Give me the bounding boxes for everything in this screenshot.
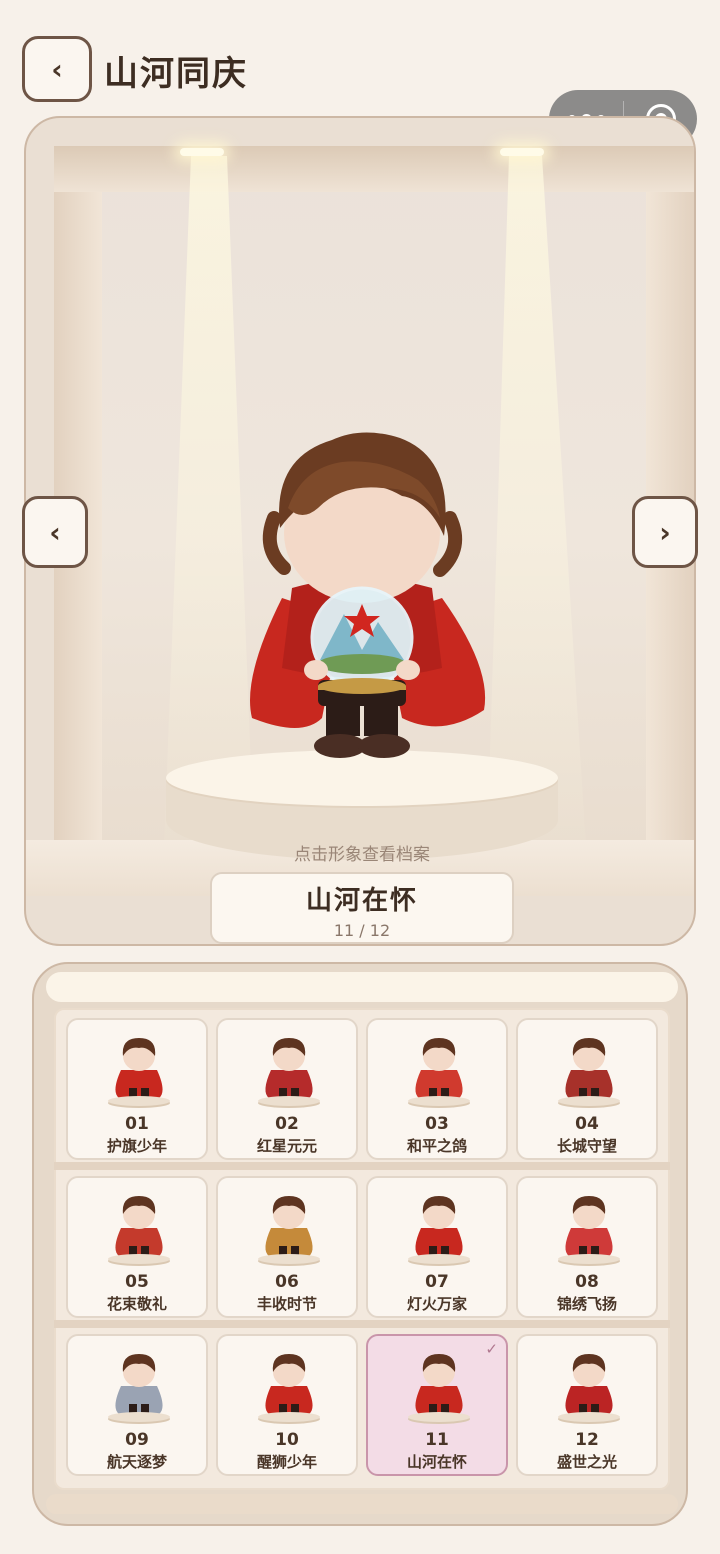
chevron-right-icon: › bbox=[659, 515, 671, 549]
card-label: 醒狮少年 bbox=[256, 1453, 317, 1471]
card-number: 09 bbox=[125, 1430, 149, 1450]
collection-card[interactable]: 03 和平之鸽 bbox=[366, 1018, 508, 1160]
card-number: 01 bbox=[125, 1114, 149, 1134]
chevron-left-icon: ‹ bbox=[51, 52, 63, 86]
card-label: 锦绣飞扬 bbox=[556, 1295, 617, 1313]
card-label: 山河在怀 bbox=[406, 1453, 467, 1471]
back-button[interactable]: ‹ bbox=[22, 36, 92, 102]
card-number: 02 bbox=[275, 1114, 299, 1134]
collection-card[interactable]: 09 航天逐梦 bbox=[66, 1334, 208, 1476]
collection-card[interactable]: 10 醒狮少年 bbox=[216, 1334, 358, 1476]
card-label: 红星元元 bbox=[256, 1137, 317, 1155]
collection-card[interactable]: 06 丰收时节 bbox=[216, 1176, 358, 1318]
collection-card[interactable]: 05 花束敬礼 bbox=[66, 1176, 208, 1318]
card-label: 和平之鸽 bbox=[406, 1137, 467, 1155]
character-index: 11 / 12 bbox=[333, 921, 391, 940]
collection-card[interactable]: 08 锦绣飞扬 bbox=[516, 1176, 658, 1318]
collection-card[interactable]: 04 长城守望 bbox=[516, 1018, 658, 1160]
card-number: 10 bbox=[275, 1430, 299, 1450]
character-name: 山河在怀 bbox=[305, 886, 418, 916]
spotlight-left bbox=[180, 148, 224, 156]
card-number: 06 bbox=[275, 1272, 299, 1292]
card-label: 长城守望 bbox=[556, 1137, 617, 1155]
card-number: 08 bbox=[575, 1272, 599, 1292]
prev-character-button[interactable]: ‹ bbox=[22, 496, 88, 568]
spotlight-right bbox=[500, 148, 544, 156]
character-name-card: 山河在怀 11 / 12 bbox=[210, 872, 514, 944]
collection-card[interactable]: 01 护旗少年 bbox=[66, 1018, 208, 1160]
card-label: 丰收时节 bbox=[256, 1295, 317, 1313]
showcase-panel: 点击形象查看档案 山河在怀 11 / 12 bbox=[24, 116, 696, 946]
collection-panel: 01 护旗少年 02 红星元元 03 和平之鸽 04 长城守望 05 花束敬礼 06 丰收时节 07 灯火… bbox=[32, 962, 688, 1526]
card-number: 03 bbox=[425, 1114, 449, 1134]
tap-hint-text: 点击形象查看档案 bbox=[294, 845, 430, 865]
card-number: 12 bbox=[575, 1430, 599, 1450]
collection-card[interactable]: 12 盛世之光 bbox=[516, 1334, 658, 1476]
card-label: 盛世之光 bbox=[556, 1453, 617, 1471]
card-label: 护旗少年 bbox=[106, 1137, 167, 1155]
page-title: 山河同庆 bbox=[104, 54, 248, 94]
next-character-button[interactable]: › bbox=[632, 496, 698, 568]
card-label: 灯火万家 bbox=[406, 1295, 467, 1313]
character-figure-illustration bbox=[250, 432, 486, 758]
card-number: 07 bbox=[425, 1272, 449, 1292]
collection-card[interactable]: 11 山河在怀 ✓ bbox=[366, 1334, 508, 1476]
card-number: 05 bbox=[125, 1272, 149, 1292]
card-number: 04 bbox=[575, 1114, 599, 1134]
collection-card[interactable]: 02 红星元元 bbox=[216, 1018, 358, 1160]
card-label: 花束敬礼 bbox=[106, 1295, 167, 1313]
card-label: 航天逐梦 bbox=[106, 1453, 167, 1471]
chevron-left-icon: ‹ bbox=[49, 515, 61, 549]
check-icon: ✓ bbox=[485, 1340, 498, 1358]
collection-card[interactable]: 07 灯火万家 bbox=[366, 1176, 508, 1318]
character-figure[interactable] bbox=[222, 418, 502, 778]
card-number: 11 bbox=[425, 1430, 449, 1450]
